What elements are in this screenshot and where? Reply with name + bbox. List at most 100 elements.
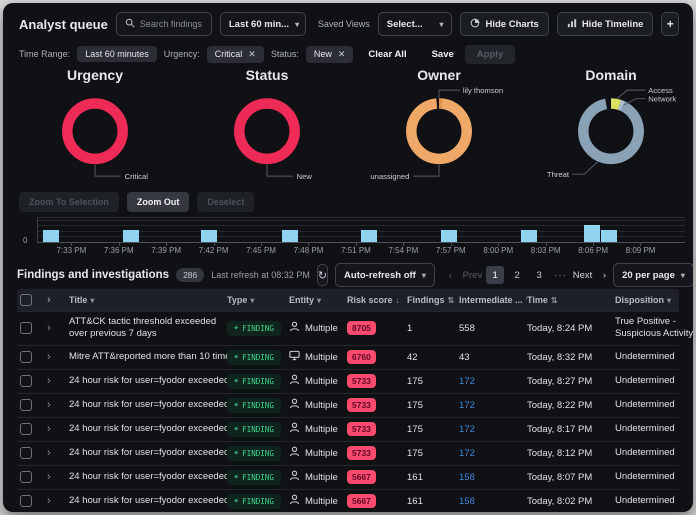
timeline-tick-label: 8:09 PM: [626, 246, 656, 255]
table-row[interactable]: ›24 hour risk for user=fyodor exceeded⌖F…: [17, 369, 679, 393]
row-checkbox[interactable]: [20, 471, 32, 483]
add-view-button[interactable]: +: [661, 12, 679, 36]
intermediate-count[interactable]: 172: [459, 396, 527, 415]
finding-title[interactable]: ATT&CK tactic threshold exceeded over pr…: [69, 312, 227, 345]
expand-all-icon[interactable]: ›: [43, 294, 69, 306]
timeline-tick: [308, 243, 309, 246]
table-row[interactable]: ›Mitre ATT&reported more than 10 times⌖F…: [17, 345, 679, 369]
time-range-dropdown[interactable]: Last 60 min... ▾: [220, 12, 306, 36]
saved-views-dropdown[interactable]: Select... ▾: [378, 12, 453, 36]
domain-slice-Threat[interactable]: [583, 103, 638, 158]
table-row[interactable]: ›ATT&CK tactic threshold exceeded over p…: [17, 311, 679, 345]
column-header-intermediate[interactable]: Intermediate ...⇅: [459, 295, 527, 305]
timeline-bar[interactable]: [521, 230, 537, 242]
row-checkbox[interactable]: [20, 495, 32, 507]
intermediate-count[interactable]: 172: [459, 444, 527, 463]
timeline-bar[interactable]: [441, 230, 457, 242]
page-button-1[interactable]: 1: [486, 266, 504, 284]
row-checkbox[interactable]: [20, 375, 32, 387]
pagination-ellipsis[interactable]: ···: [554, 270, 567, 281]
zoom-out-button[interactable]: Zoom Out: [127, 192, 190, 212]
page-button-2[interactable]: 2: [508, 266, 526, 284]
timeline-y-axis-label: 0: [23, 236, 27, 245]
expand-row-icon[interactable]: ›: [43, 443, 69, 463]
row-checkbox[interactable]: [20, 322, 32, 334]
column-header-time[interactable]: Time⇅: [527, 295, 615, 305]
search-field[interactable]: [140, 19, 203, 29]
column-header-disposition[interactable]: Disposition▾: [615, 295, 693, 305]
table-row[interactable]: ›24 hour risk for user=fyodor exceeded⌖F…: [17, 465, 679, 489]
finding-title[interactable]: 24 hour risk for user=fyodor exceeded: [69, 467, 227, 487]
expand-row-icon[interactable]: ›: [43, 467, 69, 487]
auto-refresh-dropdown[interactable]: Auto-refresh off ▾: [335, 263, 435, 287]
clear-all-button[interactable]: Clear All: [368, 49, 406, 60]
timeline-bar[interactable]: [584, 225, 600, 242]
timeline-bar[interactable]: [201, 230, 217, 242]
finding-title[interactable]: 24 hour risk for user=fyodor exceeded: [69, 443, 227, 463]
donut-chart-urgency[interactable]: UrgencyCritical: [9, 65, 181, 189]
timeline-bar[interactable]: [43, 230, 59, 242]
deselect-button[interactable]: Deselect: [197, 192, 254, 212]
remove-status-filter-icon[interactable]: ✕: [338, 49, 346, 60]
finding-title[interactable]: 24 hour risk for user=fyodor exceeded: [69, 371, 227, 391]
row-checkbox[interactable]: [20, 447, 32, 459]
last-refresh-text: Last refresh at 08:32 PM: [211, 270, 310, 280]
urgency-chip[interactable]: Critical ✕: [207, 46, 264, 63]
timeline-plot-area[interactable]: [37, 217, 685, 243]
donut-chart-status[interactable]: StatusNew: [181, 65, 353, 189]
next-page-button[interactable]: Next ›: [573, 270, 606, 281]
expand-row-icon[interactable]: ›: [43, 347, 69, 367]
column-header-type[interactable]: Type▾: [227, 295, 289, 305]
finding-title[interactable]: 24 hour risk for user=fyodor exceeded: [69, 395, 227, 415]
finding-title[interactable]: 24 hour risk for user=fyodor exceeded: [69, 419, 227, 439]
expand-row-icon[interactable]: ›: [43, 395, 69, 415]
donut-chart-owner[interactable]: Ownerlily thomsonunassigned: [353, 65, 525, 189]
table-row[interactable]: ›24 hour risk for user=fyodor exceeded⌖F…: [17, 417, 679, 441]
status-slice-New[interactable]: [239, 103, 294, 158]
table-row[interactable]: ›24 hour risk for user=fyodor exceeded⌖F…: [17, 489, 679, 512]
expand-row-icon[interactable]: ›: [43, 371, 69, 391]
intermediate-count[interactable]: 172: [459, 372, 527, 391]
zoom-to-selection-button[interactable]: Zoom To Selection: [19, 192, 119, 212]
column-header-risk-score[interactable]: Risk score↓: [347, 295, 407, 305]
column-header-title[interactable]: Title▾: [69, 295, 227, 305]
event-timeline-chart[interactable]: 0 7:33 PM7:36 PM7:39 PM7:42 PM7:45 PM7:4…: [3, 215, 693, 261]
timeline-bar[interactable]: [282, 230, 298, 242]
row-checkbox[interactable]: [20, 351, 32, 363]
column-header-findings[interactable]: Findings⇅: [407, 295, 459, 305]
refresh-button[interactable]: ↻: [317, 264, 328, 286]
apply-button[interactable]: Apply: [465, 45, 515, 64]
hide-charts-button[interactable]: Hide Charts: [460, 12, 548, 36]
time-range-chip[interactable]: Last 60 minutes: [77, 46, 157, 62]
timeline-bar[interactable]: [601, 230, 617, 242]
expand-row-icon[interactable]: ›: [43, 419, 69, 439]
intermediate-count[interactable]: 158: [459, 468, 527, 487]
status-chip[interactable]: New ✕: [306, 46, 354, 63]
filter-bar: Time Range: Last 60 minutes Urgency: Cri…: [3, 41, 693, 65]
page-button-3[interactable]: 3: [530, 266, 548, 284]
intermediate-count[interactable]: 158: [459, 492, 527, 511]
per-page-dropdown[interactable]: 20 per page ▾: [613, 263, 693, 287]
remove-urgency-filter-icon[interactable]: ✕: [248, 49, 256, 60]
expand-row-icon[interactable]: ›: [43, 318, 69, 338]
row-checkbox[interactable]: [20, 399, 32, 411]
expand-row-icon[interactable]: ›: [43, 491, 69, 511]
save-button[interactable]: Save: [432, 49, 454, 60]
hide-timeline-button[interactable]: Hide Timeline: [557, 12, 654, 36]
owner-slice-unassigned[interactable]: [411, 103, 466, 158]
table-row[interactable]: ›24 hour risk for user=fyodor exceeded⌖F…: [17, 393, 679, 417]
select-all-checkbox[interactable]: [17, 294, 43, 306]
row-checkbox[interactable]: [20, 423, 32, 435]
column-header-entity[interactable]: Entity▾: [289, 295, 347, 305]
timeline-bar[interactable]: [361, 230, 377, 242]
table-row[interactable]: ›24 hour risk for user=fyodor exceeded⌖F…: [17, 441, 679, 465]
timeline-bar[interactable]: [123, 230, 139, 242]
finding-title[interactable]: 24 hour risk for user=fyodor exceeded: [69, 491, 227, 511]
intermediate-count[interactable]: 172: [459, 420, 527, 439]
prev-page-button[interactable]: ‹ Prev: [449, 270, 482, 281]
donut-chart-domain[interactable]: DomainAccessNetworkThreat: [525, 65, 693, 189]
search-input[interactable]: [116, 12, 212, 36]
finding-title[interactable]: Mitre ATT&reported more than 10 times: [69, 347, 227, 367]
timeline-tick: [214, 243, 215, 246]
urgency-slice-Critical[interactable]: [67, 103, 122, 158]
